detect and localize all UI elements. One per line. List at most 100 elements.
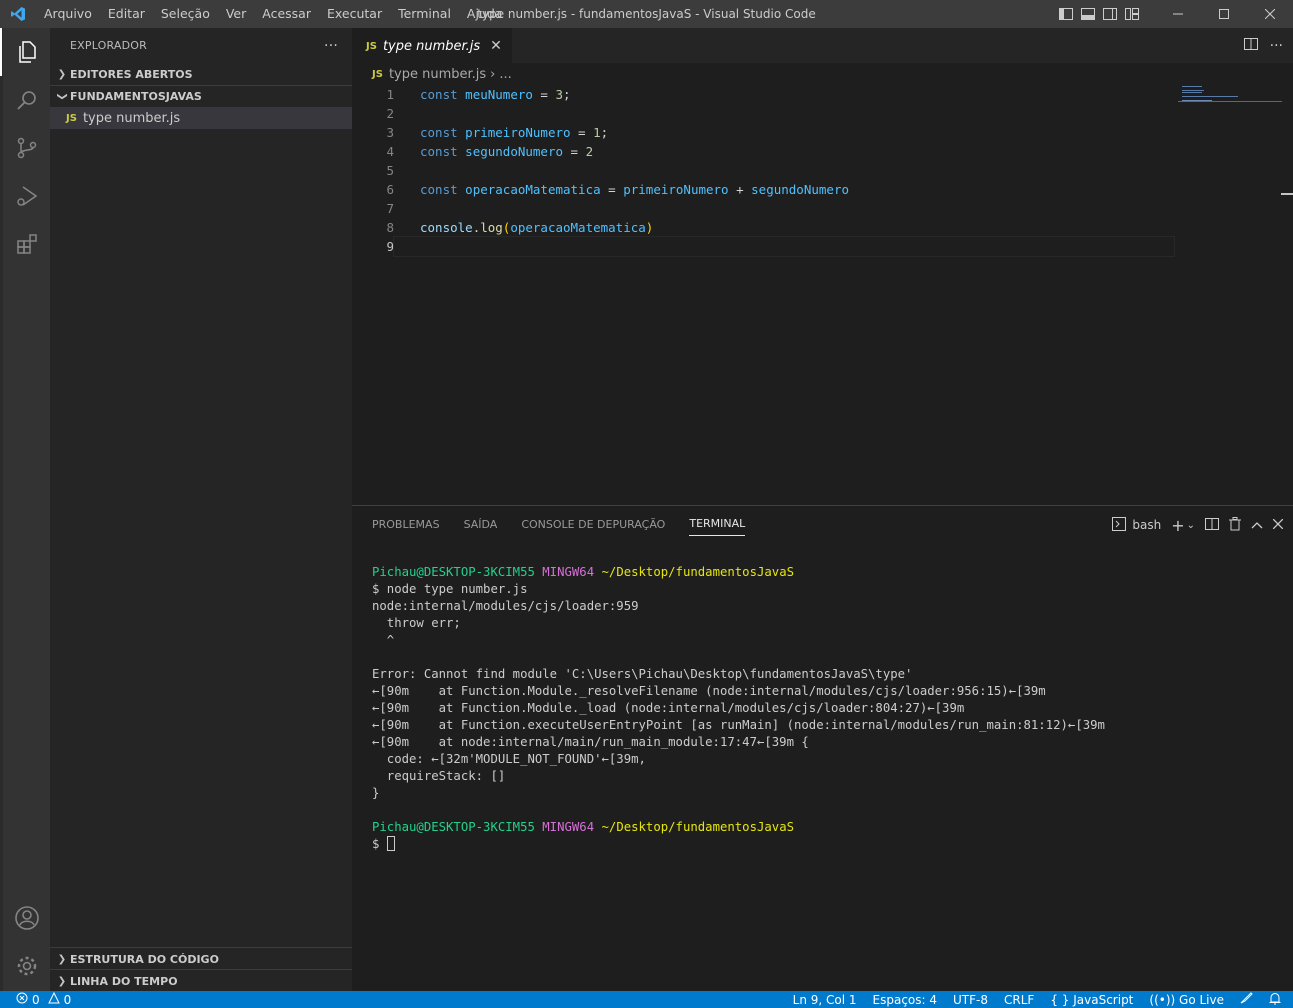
menu-terminal[interactable]: Terminal (390, 0, 459, 28)
operator: = (570, 125, 594, 140)
tab-terminal[interactable]: TERMINAL (689, 514, 746, 536)
menu-executar[interactable]: Executar (319, 0, 390, 28)
prompt-user: Pichau@DESKTOP-3KCIM55 (372, 820, 535, 834)
function-name: log (480, 220, 503, 235)
problems-status[interactable]: 0 0 (0, 991, 71, 1007)
toggle-secondary-sidebar-icon[interactable] (1099, 0, 1121, 28)
toggle-panel-icon[interactable] (1077, 0, 1099, 28)
identifier: meuNumero (465, 87, 533, 102)
identifier: operacaoMatematica (465, 182, 601, 197)
line-number: 9 (386, 239, 394, 254)
output-line: throw err; (372, 616, 461, 630)
more-actions-icon[interactable]: ··· (324, 38, 338, 54)
split-terminal-icon[interactable] (1205, 517, 1219, 533)
go-live-button[interactable]: ((•)) Go Live (1149, 993, 1224, 1007)
activity-bar (0, 28, 50, 991)
run-debug-icon[interactable] (3, 172, 51, 220)
menu-editar[interactable]: Editar (100, 0, 153, 28)
editor-more-actions-icon[interactable]: ··· (1270, 38, 1283, 54)
cursor-position[interactable]: Ln 9, Col 1 (793, 993, 857, 1007)
source-control-icon[interactable] (3, 124, 51, 172)
braces-icon: { } (1050, 992, 1070, 1007)
code-line: 3 const primeiroNumero = 1; (352, 123, 1174, 142)
tab-type-number-js[interactable]: JS type number.js ✕ (352, 28, 512, 63)
broadcast-icon: ((•)) (1149, 992, 1176, 1007)
new-terminal-icon[interactable]: + (1171, 516, 1184, 535)
menu-ver[interactable]: Ver (218, 0, 254, 28)
number-literal: 2 (585, 144, 594, 159)
line-number: 8 (386, 220, 394, 235)
terminal-shell-icon (1112, 516, 1127, 534)
explorer-icon[interactable] (0, 28, 51, 76)
toggle-sidebar-icon[interactable] (1055, 0, 1077, 28)
indentation[interactable]: Espaços: 4 (873, 993, 938, 1007)
terminal-shell-name[interactable]: bash (1132, 518, 1161, 532)
code-line: 8 console.log(operacaoMatematica) (352, 218, 1174, 237)
code-editor[interactable]: 1 const meuNumero = 3; 2 3 const primeir… (352, 85, 1175, 257)
code-line: 1 const meuNumero = 3; (352, 85, 1174, 104)
maximize-panel-icon[interactable] (1251, 518, 1263, 532)
menu-arquivo[interactable]: Arquivo (36, 0, 100, 28)
tab-problems[interactable]: PROBLEMAS (372, 506, 440, 544)
operator: + (728, 182, 752, 197)
tab-output[interactable]: SAÍDA (464, 506, 498, 544)
open-editors-label: EDITORES ABERTOS (70, 67, 193, 81)
extensions-icon[interactable] (3, 220, 51, 268)
prompt-line: Pichau@DESKTOP-3KCIM55 MINGW64 ~/Desktop… (372, 564, 1105, 581)
line-number: 1 (386, 87, 394, 102)
menu-acessar[interactable]: Acessar (254, 0, 319, 28)
chevron-down-icon[interactable]: ⌄ (1187, 520, 1195, 531)
split-editor-icon[interactable] (1243, 37, 1258, 54)
line-number: 7 (386, 201, 394, 216)
identifier: primeiroNumero (465, 125, 571, 140)
terminal-output[interactable]: Pichau@DESKTOP-3KCIM55 MINGW64 ~/Desktop… (372, 564, 1105, 853)
settings-gear-icon[interactable] (3, 942, 51, 990)
maximize-icon[interactable] (1201, 0, 1247, 28)
close-window-icon[interactable] (1247, 0, 1293, 28)
customize-layout-icon[interactable] (1121, 0, 1143, 28)
accounts-icon[interactable] (3, 894, 51, 942)
chevron-down-icon: ❯ (56, 92, 68, 101)
menu-bar: Arquivo Editar Seleção Ver Acessar Execu… (36, 0, 510, 28)
close-tab-icon[interactable]: ✕ (490, 38, 502, 54)
code-line: 5 (352, 161, 1174, 180)
chevron-right-icon: ❯ (57, 68, 67, 80)
status-bar: 0 0 Ln 9, Col 1 Espaços: 4 UTF-8 CRLF { … (0, 991, 1293, 1008)
timeline-section[interactable]: ❯ LINHA DO TEMPO (50, 970, 352, 992)
breadcrumb-file[interactable]: type number.js (389, 67, 486, 82)
terminal-cursor (386, 836, 395, 851)
trash-icon[interactable] (1229, 516, 1241, 534)
encoding[interactable]: UTF-8 (953, 993, 988, 1007)
editor-tabs: JS type number.js ✕ ··· (352, 28, 1293, 63)
keyword: const (420, 87, 458, 102)
line-number: 2 (386, 106, 394, 121)
vscode-logo-icon (0, 0, 36, 28)
language-label: JavaScript (1073, 992, 1134, 1007)
error-count: 0 (32, 992, 40, 1007)
output-line: ←[90m at Function.Module._load (node:int… (372, 701, 965, 715)
close-panel-icon[interactable] (1272, 518, 1284, 532)
folder-section[interactable]: ❯ FUNDAMENTOSJAVAS (50, 85, 352, 107)
outline-section[interactable]: ❯ ESTRUTURA DO CÓDIGO (50, 948, 352, 970)
file-item-type-number-js[interactable]: JS type number.js (50, 107, 352, 129)
operator: = (532, 87, 556, 102)
breadcrumb-more[interactable]: ... (499, 67, 511, 82)
menu-ajuda[interactable]: Ajuda (459, 0, 511, 28)
command-line: $ node type number.js (372, 582, 528, 596)
feedback-icon[interactable] (1240, 992, 1253, 1007)
menu-selecao[interactable]: Seleção (153, 0, 218, 28)
open-editors-section[interactable]: ❯ EDITORES ABERTOS (50, 63, 352, 85)
minimap[interactable] (1178, 85, 1282, 105)
end-of-line[interactable]: CRLF (1004, 993, 1034, 1007)
search-icon[interactable] (3, 76, 51, 124)
chevron-right-icon: ❯ (57, 953, 67, 965)
keyword: const (420, 144, 458, 159)
prompt-line: Pichau@DESKTOP-3KCIM55 MINGW64 ~/Desktop… (372, 819, 1105, 836)
javascript-file-icon: JS (366, 40, 377, 52)
code-line: 2 (352, 104, 1174, 123)
tab-debug-console[interactable]: CONSOLE DE DEPURAÇÃO (521, 506, 665, 544)
notifications-bell-icon[interactable] (1269, 992, 1281, 1008)
language-mode[interactable]: { } JavaScript (1050, 993, 1133, 1007)
minimize-icon[interactable] (1155, 0, 1201, 28)
